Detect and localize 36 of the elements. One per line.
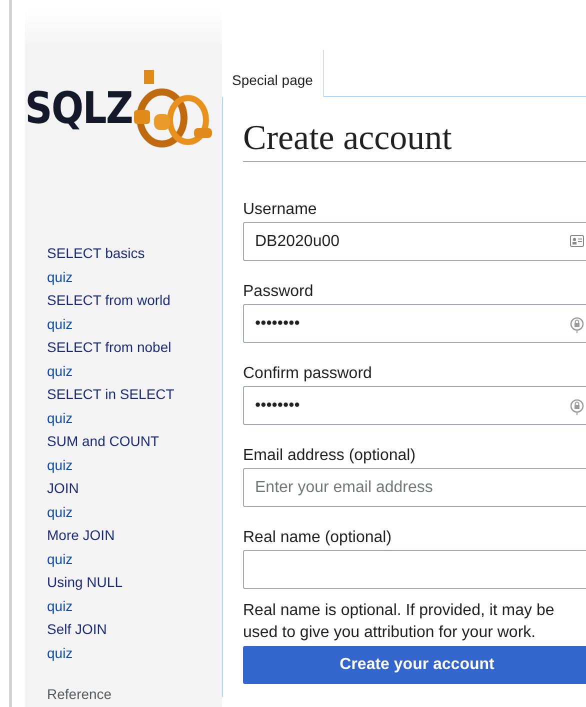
quiz-link[interactable]: quiz: [47, 312, 222, 336]
page-heading: Create account: [243, 117, 586, 162]
tutorial-link[interactable]: JOIN: [47, 477, 222, 500]
field-label: Username: [243, 200, 317, 220]
quiz-link[interactable]: quiz: [47, 454, 222, 477]
help-text: Real name is optional. If provided, it may be used to give you attribution for your work.: [243, 601, 556, 643]
input-field[interactable]: Enter your email address: [243, 468, 586, 507]
contact-card-icon: [570, 235, 584, 247]
tutorial-link[interactable]: More JOIN: [47, 524, 222, 548]
quiz-link[interactable]: quiz: [47, 642, 222, 665]
tutorial-link[interactable]: SUM and COUNT: [47, 430, 222, 454]
input-field[interactable]: DB2020u00: [243, 222, 586, 261]
create-account-button[interactable]: Create your account: [243, 646, 586, 684]
tutorial-link[interactable]: SELECT basics: [47, 242, 222, 266]
field-label: Email address (optional): [243, 446, 416, 466]
password-key-icon: [570, 399, 584, 415]
quiz-link[interactable]: quiz: [47, 548, 222, 571]
input-field[interactable]: ••••••••: [243, 304, 586, 343]
password-key-icon: [570, 317, 584, 333]
input-field[interactable]: ••••••••: [243, 386, 586, 425]
field-label: Confirm password: [243, 364, 372, 384]
input-field[interactable]: [243, 550, 586, 589]
tutorial-link[interactable]: Self JOIN: [47, 618, 222, 642]
field-label: Password: [243, 282, 314, 302]
sidebar-section-heading: Reference: [47, 685, 112, 704]
tutorial-link[interactable]: SELECT from nobel: [47, 336, 222, 360]
quiz-link[interactable]: quiz: [47, 266, 222, 289]
tutorial-link[interactable]: SELECT in SELECT: [47, 383, 222, 406]
tutorial-link[interactable]: Using NULL: [47, 571, 222, 594]
quiz-link[interactable]: quiz: [47, 360, 222, 383]
quiz-link[interactable]: quiz: [47, 500, 222, 524]
logo-text[interactable]: SQLZ: [25, 75, 132, 141]
quiz-link[interactable]: quiz: [47, 406, 222, 430]
field-label: Real name (optional): [243, 528, 392, 548]
tutorial-link[interactable]: SELECT from world: [47, 289, 222, 312]
quiz-link[interactable]: quiz: [47, 594, 222, 618]
